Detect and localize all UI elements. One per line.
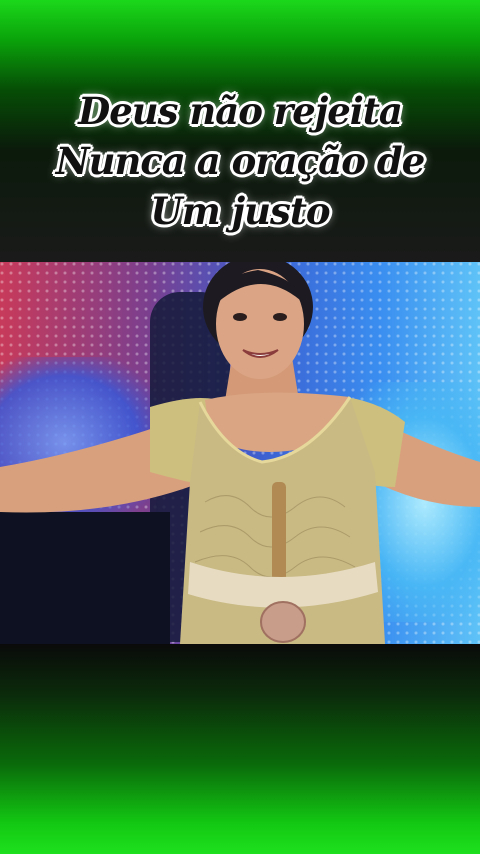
caption-text: Deus não rejeita Nunca a oração de Um ju… xyxy=(20,86,460,236)
caption-line-2: Nunca a oração de xyxy=(55,139,425,183)
singer-figure xyxy=(0,262,480,644)
video-frame xyxy=(0,262,480,644)
right-eye xyxy=(273,313,287,321)
left-eye xyxy=(233,313,247,321)
caption-line-1: Deus não rejeita xyxy=(78,89,403,133)
belt-buckle xyxy=(260,601,306,643)
bottom-green-band xyxy=(0,644,480,854)
caption-line-3: Um justo xyxy=(150,189,330,233)
